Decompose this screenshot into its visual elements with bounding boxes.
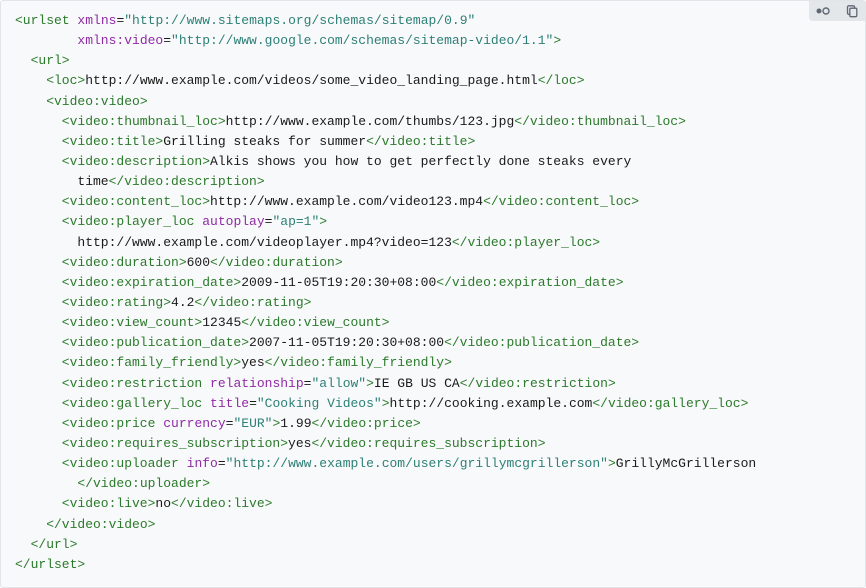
code-line: </url> [15,535,851,555]
code-line: <video:description>Alkis shows you how t… [15,152,851,172]
code-line: <video:gallery_loc title="Cooking Videos… [15,394,851,414]
code-line: <video:requires_subscription>yes</video:… [15,434,851,454]
code-line: <video:title>Grilling steaks for summer<… [15,132,851,152]
code-line: http://www.example.com/videoplayer.mp4?v… [15,233,851,253]
code-line: <video:publication_date>2007-11-05T19:20… [15,333,851,353]
code-line: <video:content_loc>http://www.example.co… [15,192,851,212]
code-block: <urlset xmlns="http://www.sitemaps.org/s… [0,0,866,588]
toggle-theme-button[interactable] [809,1,837,21]
code-line: time</video:description> [15,172,851,192]
code-line: <loc>http://www.example.com/videos/some_… [15,71,851,91]
code-line: <video:player_loc autoplay="ap=1"> [15,212,851,232]
code-line: <video:video> [15,92,851,112]
code-line: <video:price currency="EUR">1.99</video:… [15,414,851,434]
code-line: <video:family_friendly>yes</video:family… [15,353,851,373]
toggle-icon [815,6,831,16]
code-line: </video:video> [15,515,851,535]
code-line: <url> [15,51,851,71]
code-line: <video:view_count>12345</video:view_coun… [15,313,851,333]
code-line: xmlns:video="http://www.google.com/schem… [15,31,851,51]
code-line: <video:uploader info="http://www.example… [15,454,851,474]
copy-icon [845,5,858,18]
code-line: <video:duration>600</video:duration> [15,253,851,273]
code-line: </urlset> [15,555,851,575]
copy-button[interactable] [837,1,865,21]
code-line: <video:rating>4.2</video:rating> [15,293,851,313]
code-line: <video:live>no</video:live> [15,494,851,514]
code-line: <urlset xmlns="http://www.sitemaps.org/s… [15,11,851,31]
code-line: <video:restriction relationship="allow">… [15,374,851,394]
code-line: <video:thumbnail_loc>http://www.example.… [15,112,851,132]
code-line: <video:expiration_date>2009-11-05T19:20:… [15,273,851,293]
code-toolbar [809,1,865,21]
code-line: </video:uploader> [15,474,851,494]
